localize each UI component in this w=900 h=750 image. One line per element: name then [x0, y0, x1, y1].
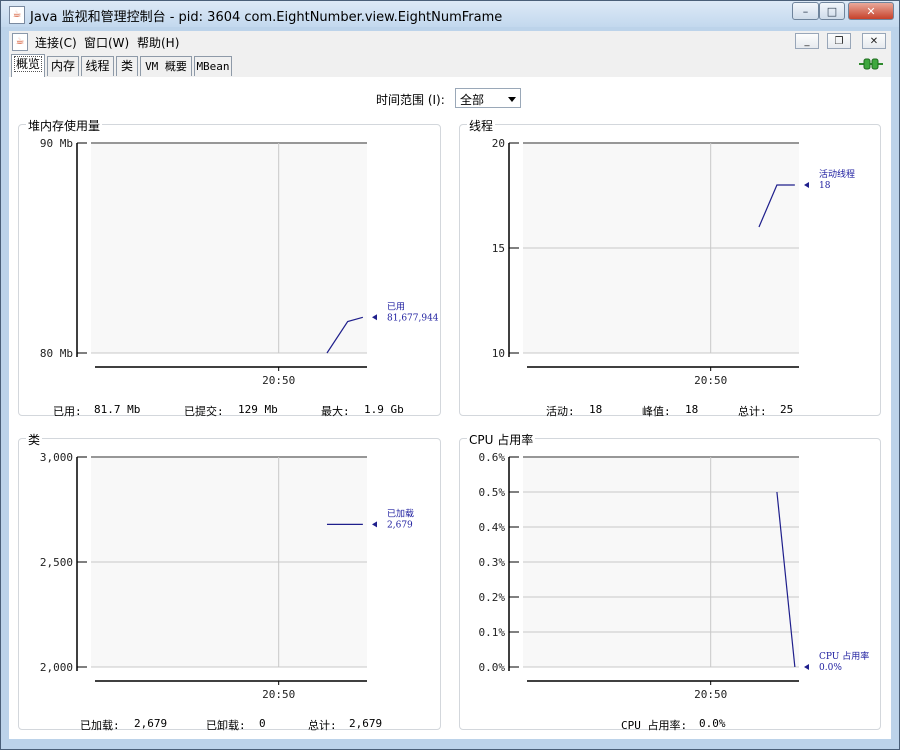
tab-overview-label: 概览 [13, 56, 43, 72]
series-name-label: 已加载 [387, 507, 414, 519]
stat-peak-label: 峰值: [642, 405, 671, 418]
series-value-label: 0.0% [819, 663, 842, 673]
stat-live-value: 18 [589, 403, 603, 416]
stat-live-label: 活动: [546, 405, 575, 418]
menu-window[interactable]: 窗口(W) [84, 34, 129, 51]
overview-content: 时间范围 (I): 全部 堆内存使用量 90 Mb 80 Mb 20:50 已用 81,… [9, 77, 891, 739]
tab-threads[interactable]: 线程 [81, 56, 114, 76]
menu-bar: ☕ 连接(C) 窗口(W) 帮助(H) _ ❐ ✕ [9, 31, 891, 53]
stat-total-value: 2,679 [349, 717, 383, 730]
x-tick-label: 20:50 [694, 688, 727, 701]
stat-total-label: 总计: [738, 405, 767, 418]
y-tick-label: 90 Mb [40, 137, 73, 150]
stat-unloaded-value: 0 [259, 717, 266, 730]
stat-committed-value: 129 Mb [238, 403, 278, 416]
minimize-button[interactable]: – [792, 2, 819, 20]
y-tick-label: 0.6% [479, 451, 506, 464]
series-name-label: 活动线程 [819, 168, 855, 180]
stat-total-label: 总计: [308, 719, 337, 732]
stat-unloaded-label: 已卸载: [206, 719, 246, 732]
classes-panel: 类 3,000 2,500 2,000 20:50 已加载 2,679 已加载: 2,67… [18, 431, 441, 732]
stat-cpu-value: 0.0% [699, 717, 726, 730]
tab-bar: 概览 内存 线程 类 VM 概要 MBean [9, 53, 891, 78]
stat-total-value: 25 [780, 403, 794, 416]
y-tick-label: 0.5% [479, 486, 506, 499]
series-value-label: 18 [819, 181, 831, 191]
y-tick-label: 15 [492, 242, 505, 255]
tab-vm-summary[interactable]: VM 概要 [140, 56, 192, 76]
stat-cpu-label: CPU 占用率: [621, 719, 688, 732]
classes-chart: 3,000 2,500 2,000 20:50 已加载2,679 [40, 451, 414, 701]
series-marker [804, 664, 809, 670]
maximize-button[interactable]: □ [819, 2, 845, 20]
x-tick-label: 20:50 [262, 688, 295, 701]
threads-chart: 20 15 10 20:50 活动线程18 [492, 137, 855, 387]
y-tick-label: 20 [492, 137, 505, 150]
plot-area [91, 143, 367, 353]
stat-loaded-value: 2,679 [134, 717, 168, 730]
menu-help[interactable]: 帮助(H) [137, 34, 179, 51]
series-value-label: 2,679 [387, 520, 413, 530]
y-tick-label: 2,500 [40, 556, 73, 569]
series-marker [372, 521, 377, 528]
inner-close-button[interactable]: ✕ [862, 33, 886, 49]
time-range-select[interactable]: 全部 [455, 88, 521, 108]
tab-mbeans[interactable]: MBean [194, 56, 232, 76]
heap-memory-chart: 90 Mb 80 Mb 20:50 已用81,677,944 [40, 137, 439, 387]
series-marker [804, 182, 809, 188]
java-document-icon[interactable]: ☕ [12, 33, 28, 51]
java-app-icon: ☕ [9, 6, 25, 24]
close-button[interactable]: ✕ [848, 2, 894, 20]
stat-max-value: 1.9 Gb [364, 403, 404, 416]
y-tick-label: 10 [492, 347, 505, 360]
window-title: Java 监视和管理控制台 - pid: 3604 com.EightNumbe… [30, 10, 503, 25]
cpu-usage-chart: 0.6% 0.5% 0.4% 0.3% 0.2% 0.1% 0.0% 20:50 CPU 占用率… [479, 451, 870, 701]
stat-peak-value: 18 [685, 403, 699, 416]
tab-classes[interactable]: 类 [116, 56, 138, 76]
inner-minimize-button[interactable]: _ [795, 33, 819, 49]
stat-loaded-label: 已加载: [80, 719, 120, 732]
threads-panel: 线程 20 15 10 20:50 活动线程 18 活动: 18 峰值: 18 总计: 2… [459, 117, 881, 418]
y-tick-label: 0.1% [479, 626, 506, 639]
tab-memory[interactable]: 内存 [47, 56, 79, 76]
stat-max-label: 最大: [321, 405, 350, 418]
inner-restore-button[interactable]: ❐ [827, 33, 851, 49]
chevron-down-icon [508, 97, 516, 102]
series-marker [372, 314, 377, 321]
y-tick-label: 0.2% [479, 591, 506, 604]
y-tick-label: 3,000 [40, 451, 73, 464]
series-name-label: CPU 占用率 [819, 650, 869, 662]
x-tick-label: 20:50 [262, 374, 295, 387]
time-range-control: 时间范围 (I): 全部 [376, 88, 521, 108]
stat-committed-label: 已提交: [184, 405, 224, 418]
application-window: ☕ Java 监视和管理控制台 - pid: 3604 com.EightNum… [0, 0, 900, 750]
stat-used-label: 已用: [53, 405, 82, 418]
stat-used-value: 81.7 Mb [94, 403, 141, 416]
y-tick-label: 0.3% [479, 556, 506, 569]
cpu-usage-panel: CPU 占用率 0.6% 0.5% 0.4% 0.3% 0.2% 0.1% 0.0% 20:5… [459, 431, 881, 732]
menu-connection[interactable]: 连接(C) [35, 34, 77, 51]
title-bar[interactable]: ☕ Java 监视和管理控制台 - pid: 3604 com.EightNum… [1, 1, 899, 27]
series-value-label: 81,677,944 [387, 313, 439, 323]
time-range-label: 时间范围 (I): [376, 93, 445, 107]
x-tick-label: 20:50 [694, 374, 727, 387]
y-tick-label: 0.0% [479, 661, 506, 674]
time-range-value: 全部 [460, 93, 485, 107]
connected-plug-icon[interactable] [859, 57, 883, 71]
y-tick-label: 0.4% [479, 521, 506, 534]
series-name-label: 已用 [387, 301, 405, 312]
heap-memory-panel: 堆内存使用量 90 Mb 80 Mb 20:50 已用 81,677,944 已用: 8… [18, 117, 441, 418]
tab-overview[interactable]: 概览 [11, 54, 45, 77]
y-tick-label: 2,000 [40, 661, 73, 674]
y-tick-label: 80 Mb [40, 347, 73, 360]
